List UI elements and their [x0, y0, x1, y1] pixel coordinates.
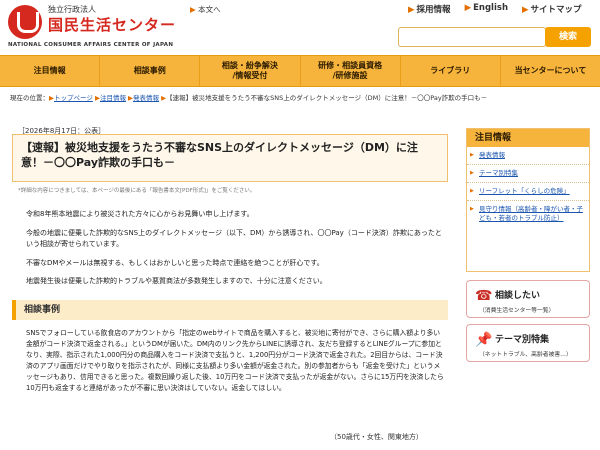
page-title: 【速報】被災地支援をうたう不審なSNS上のダイレクトメッセージ（DM）に注意！－…	[12, 134, 448, 182]
english-link[interactable]: ▶ English	[465, 3, 508, 15]
search-input[interactable]	[398, 27, 546, 47]
org-name[interactable]: 国民生活センター	[48, 14, 176, 35]
sidebar-title: 注目情報	[467, 129, 589, 147]
paragraph: 令和8年熊本地震により被災された方々に心からお見舞い申し上げます。	[26, 210, 254, 218]
paragraph: 地震発生後は便乗した詐欺的トラブルや悪質商法が多数発生しますので、十分に注意くだ…	[26, 277, 327, 285]
skip-to-content-link[interactable]: ▶ 本文へ	[190, 4, 221, 15]
arrow-icon: ▶	[464, 3, 472, 13]
site-header: 独立行政法人 国民生活センター NATIONAL CONSUMER AFFAIR…	[0, 0, 600, 52]
paragraph: 今般の地震に便乗した詐欺的なSNS上のダイレクトメッセージ（以下、DM）から誘導…	[26, 229, 442, 248]
sidebar-item-press[interactable]: 発表情報	[467, 147, 589, 165]
breadcrumb-home[interactable]: トップページ	[54, 94, 93, 102]
sidebar-item-leaflet[interactable]: リーフレット「くらしの危険」	[467, 183, 589, 201]
nav-item-about[interactable]: 当センターについて	[501, 56, 600, 86]
nav-item-library[interactable]: ライブラリ	[401, 56, 501, 86]
sitemap-link[interactable]: ▶ サイトマップ	[522, 3, 582, 15]
recruit-link[interactable]: ▶ 採用情報	[408, 3, 451, 15]
nav-item-cases[interactable]: 相談事例	[100, 56, 201, 86]
theme-feature-button[interactable]: 📌 テーマ別特集 （ネットトラブル、高齢者被害…）	[466, 324, 590, 362]
case-signature: （50歳代・女性、関東地方）	[330, 433, 423, 441]
nav-item-attention[interactable]: 注目情報	[0, 56, 101, 86]
search-button[interactable]: 検索	[545, 27, 591, 47]
arrow-icon: ▶	[190, 5, 196, 14]
case-text: SNSでフォローしている飲食店のアカウントから「指定のwebサイトで商品を購入す…	[26, 329, 444, 392]
breadcrumb: 現在の位置：▶トップページ ▶注目情報 ▶発表情報 ▶【速報】被災地支援をうたう…	[10, 94, 488, 102]
pin-icon: 📌	[475, 332, 493, 348]
global-nav: 注目情報 相談事例 相談・紛争解決/情報受付 研修・相談員資格/研修施設 ライブ…	[0, 55, 600, 87]
arrow-icon: ▶	[522, 5, 529, 15]
nav-item-consultation[interactable]: 相談・紛争解決/情報受付	[200, 56, 301, 86]
logo-icon[interactable]	[8, 5, 42, 39]
consult-button[interactable]: ☎ 相談したい （消費生活センター等一覧）	[466, 280, 590, 318]
sidebar-attention: 注目情報 発表情報 テーマ別特集 リーフレット「くらしの危険」 見守り情報（高齢…	[466, 128, 590, 272]
paragraph: 不審なDMやメールは無視する、もしくはおかしいと思った時点で連絡を絶つことが肝心…	[26, 259, 324, 267]
org-name-en: NATIONAL CONSUMER AFFAIRS CENTER OF JAPA…	[8, 42, 174, 48]
sidebar-item-themes[interactable]: テーマ別特集	[467, 165, 589, 183]
detail-note: *詳細な内容につきましては、本ページの最後にある「報告書本文[PDF形式]」をご…	[18, 188, 256, 194]
breadcrumb-current: 【速報】被災地支援をうたう不審なSNS上のダイレクトメッセージ（DM）に注意！－…	[166, 94, 488, 102]
breadcrumb-attention[interactable]: 注目情報	[100, 94, 126, 102]
nav-item-training[interactable]: 研修・相談員資格/研修施設	[301, 56, 401, 86]
header-links: ▶ 採用情報 ▶ English ▶ サイトマップ	[408, 3, 582, 15]
breadcrumb-press[interactable]: 発表情報	[133, 94, 159, 102]
arrow-icon: ▶	[408, 5, 415, 15]
phone-icon: ☎	[475, 288, 493, 304]
section-heading: 相談事例	[12, 300, 448, 320]
sidebar-item-mimamori[interactable]: 見守り情報（高齢者・障がい者・子ども・若者のトラブル防止）	[467, 201, 589, 227]
